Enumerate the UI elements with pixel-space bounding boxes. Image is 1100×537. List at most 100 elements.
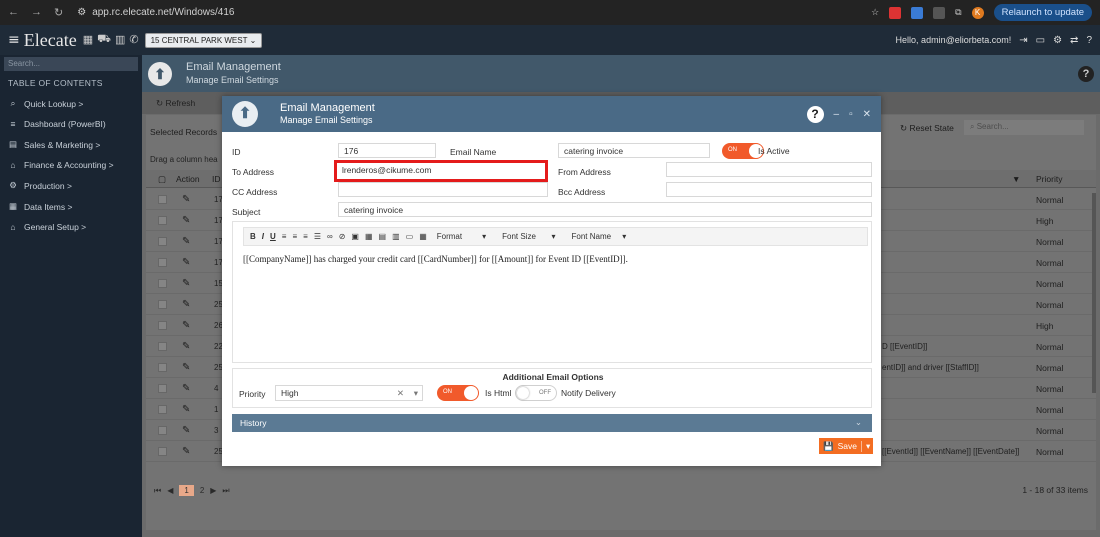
vertical-scrollbar[interactable]	[1092, 193, 1096, 393]
reload-icon[interactable]: ↻	[54, 6, 63, 19]
edit-icon[interactable]: ✎	[182, 257, 190, 268]
chevron-down-icon[interactable]: ▾	[414, 388, 418, 399]
first-page-icon[interactable]: ⏮	[154, 486, 161, 496]
extension-icon[interactable]	[933, 6, 946, 19]
edit-icon[interactable]: ✎	[182, 320, 190, 331]
folder-icon[interactable]: ▭	[1036, 35, 1045, 46]
column-header-id[interactable]: ID	[212, 174, 221, 184]
select-all-checkbox[interactable]: ▢	[158, 174, 166, 185]
relaunch-button[interactable]: Relaunch to update	[993, 4, 1092, 21]
help-icon[interactable]: ?	[1086, 35, 1092, 46]
edit-icon[interactable]: ✎	[182, 362, 190, 373]
page-1-button[interactable]: 1	[179, 485, 194, 496]
row-checkbox[interactable]	[158, 216, 167, 225]
priority-select[interactable]: High ✕ ▾	[275, 385, 423, 401]
clear-icon[interactable]: ✕	[397, 388, 404, 399]
sidebar-item-sales-marketing[interactable]: ▤ Sales & Marketing >	[0, 134, 142, 155]
font-size-dropdown[interactable]: Font Size ▾	[502, 232, 555, 241]
extensions-puzzle-icon[interactable]: ⧉	[955, 7, 961, 18]
row-checkbox[interactable]	[158, 279, 167, 288]
sidebar-item-production[interactable]: ⚙ Production >	[0, 175, 142, 196]
edit-icon[interactable]: ✎	[182, 278, 190, 289]
row-checkbox[interactable]	[158, 195, 167, 204]
row-checkbox[interactable]	[158, 405, 167, 414]
column-header-priority[interactable]: Priority	[1036, 174, 1062, 184]
app-logo[interactable]: ≡ Elecate	[8, 30, 77, 51]
align-left-icon[interactable]: ≡	[282, 232, 287, 241]
location-select[interactable]: 15 CENTRAL PARK WEST ⌄	[144, 32, 263, 48]
edit-icon[interactable]: ✎	[182, 236, 190, 247]
next-page-icon[interactable]: ▶	[210, 486, 216, 495]
calendar-icon[interactable]: ▦	[83, 33, 93, 47]
edit-icon[interactable]: ✎	[182, 383, 190, 394]
bullet-list-icon[interactable]: ☰	[314, 232, 321, 241]
prev-page-icon[interactable]: ◀	[167, 486, 173, 495]
email-body-editor[interactable]: B I U ≡ ≡ ≡ ☰ ∞ ⊘ ▣ ▦ ▤ ▥ ▭ ▦ Format ▾ F…	[232, 221, 872, 363]
menu-icon[interactable]: ≡	[8, 32, 20, 48]
sidebar-item-quick-lookup[interactable]: ⌕ Quick Lookup >	[0, 93, 142, 114]
grid-search-input[interactable]: ⌕ Search...	[964, 120, 1084, 135]
history-panel-header[interactable]: History ⌄	[232, 414, 872, 432]
back-icon[interactable]: ←	[8, 6, 19, 19]
align-right-icon[interactable]: ≡	[303, 232, 308, 241]
page-help-icon[interactable]: ?	[1078, 65, 1094, 82]
underline-button[interactable]: U	[270, 232, 276, 241]
sidebar-item-general-setup[interactable]: ⌂ General Setup >	[0, 217, 142, 237]
maximize-icon[interactable]: ▫	[849, 109, 853, 120]
reset-state-button[interactable]: ↻ Reset State	[900, 123, 954, 134]
share-icon[interactable]: ⇄	[1070, 35, 1078, 46]
row-checkbox[interactable]	[158, 321, 167, 330]
from-address-field[interactable]	[666, 162, 872, 177]
format-dropdown[interactable]: Format ▾	[437, 232, 486, 241]
phone-icon[interactable]: ✆	[129, 33, 138, 47]
edit-icon[interactable]: ✎	[182, 299, 190, 310]
to-address-field[interactable]: lrenderos@cikume.com	[334, 160, 548, 182]
column-header-action[interactable]: Action	[176, 174, 200, 184]
filter-icon[interactable]: ▼	[1012, 174, 1020, 184]
image-icon[interactable]: ▣	[351, 232, 359, 241]
id-field[interactable]: 176	[338, 143, 436, 158]
bookmark-star-icon[interactable]: ☆	[871, 7, 879, 18]
table-icon[interactable]: ▦	[365, 232, 373, 241]
settings-icon[interactable]: ⚙	[1053, 35, 1062, 46]
page-2-button[interactable]: 2	[200, 486, 204, 495]
modal-help-icon[interactable]: ?	[806, 105, 824, 123]
address-bar[interactable]: app.rc.elecate.net/Windows/416	[92, 7, 234, 18]
edit-icon[interactable]: ✎	[182, 194, 190, 205]
delete-table-icon[interactable]: ▦	[419, 232, 427, 241]
last-page-icon[interactable]: ⏭	[222, 486, 229, 496]
refresh-button[interactable]: ↻ Refresh	[156, 98, 195, 109]
insert-row-icon[interactable]: ▤	[379, 232, 387, 241]
row-checkbox[interactable]	[158, 363, 167, 372]
truck-icon[interactable]: ⛟	[97, 33, 111, 47]
edit-icon[interactable]: ✎	[182, 404, 190, 415]
chevron-down-icon[interactable]: ▾	[860, 440, 870, 452]
row-checkbox[interactable]	[158, 300, 167, 309]
unlink-icon[interactable]: ⊘	[339, 232, 346, 241]
edit-icon[interactable]: ✎	[182, 215, 190, 226]
notify-delivery-toggle[interactable]: OFF	[515, 385, 557, 401]
extension-icon[interactable]	[911, 6, 924, 19]
subject-field[interactable]: catering invoice	[338, 202, 872, 217]
profile-avatar[interactable]: K	[971, 6, 984, 19]
bcc-address-field[interactable]	[666, 182, 872, 197]
logout-icon[interactable]: ⇥	[1019, 35, 1027, 46]
sidebar-item-dashboard[interactable]: ≡ Dashboard (PowerBI)	[0, 114, 142, 134]
row-checkbox[interactable]	[158, 384, 167, 393]
is-html-toggle[interactable]: ON	[437, 385, 479, 401]
sidebar-item-data-items[interactable]: ▦ Data Items >	[0, 196, 142, 217]
align-center-icon[interactable]: ≡	[292, 232, 297, 241]
edit-icon[interactable]: ✎	[182, 341, 190, 352]
italic-button[interactable]: I	[262, 232, 264, 241]
forward-icon[interactable]: →	[31, 6, 42, 19]
close-icon[interactable]: ✕	[863, 109, 871, 120]
sidebar-search-input[interactable]: Search...	[4, 57, 138, 71]
extension-icon[interactable]	[889, 6, 902, 19]
email-name-field[interactable]: catering invoice	[558, 143, 710, 158]
cc-address-field[interactable]	[338, 182, 548, 197]
editor-content[interactable]: [[CompanyName]] has charged your credit …	[243, 254, 628, 264]
row-checkbox[interactable]	[158, 258, 167, 267]
sidebar-item-finance[interactable]: ⌂ Finance & Accounting >	[0, 155, 142, 175]
row-checkbox[interactable]	[158, 447, 167, 456]
delete-row-icon[interactable]: ▭	[406, 232, 414, 241]
